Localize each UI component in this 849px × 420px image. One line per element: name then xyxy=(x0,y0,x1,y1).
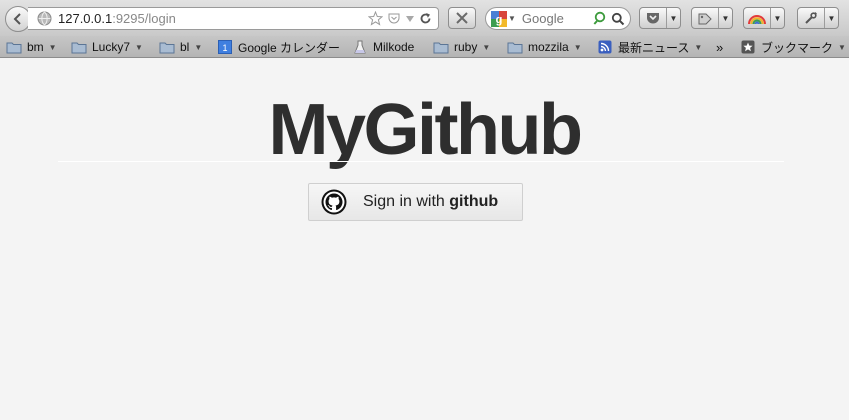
bookmarks-menu[interactable]: ブックマーク ▼ xyxy=(740,38,846,56)
chevron-down-icon: ▼ xyxy=(573,42,582,52)
wrench-icon xyxy=(798,8,824,28)
rss-icon xyxy=(597,40,613,54)
chevron-down-icon: ▼ xyxy=(48,42,57,52)
dropdown-arrow-icon[interactable] xyxy=(405,14,415,24)
google-icon[interactable]: g xyxy=(491,10,507,27)
navigation-toolbar: 127.0.0.1:9295/login g ▼ Google ▼ ▼ ▼ ▼ xyxy=(0,0,849,36)
rainbow-toolbar-button[interactable]: ▼ xyxy=(743,7,785,29)
magnifier-green-icon[interactable] xyxy=(593,11,608,26)
tools-toolbar-button[interactable]: ▼ xyxy=(797,7,839,29)
tag-icon xyxy=(692,8,718,28)
rainbow-icon xyxy=(744,8,770,28)
chevron-down-icon: ▼ xyxy=(482,42,491,52)
bookmark-lucky7[interactable]: Lucky7 ▼ xyxy=(71,38,143,56)
search-input[interactable]: Google xyxy=(522,11,564,26)
chevron-down-icon: ▼ xyxy=(838,42,846,52)
bookmark-ruby[interactable]: ruby ▼ xyxy=(433,38,490,56)
chevron-down-icon[interactable]: ▼ xyxy=(718,8,732,28)
back-arrow-icon xyxy=(13,13,21,25)
flask-icon xyxy=(352,40,368,54)
folder-icon xyxy=(159,40,175,54)
bookmarks-toolbar: bm ▼ Lucky7 ▼ bl ▼ 1 Google カレンダー Milkode r… xyxy=(0,36,849,58)
folder-icon xyxy=(71,40,87,54)
chevron-down-icon[interactable]: ▼ xyxy=(824,8,838,28)
tag-toolbar-button[interactable]: ▼ xyxy=(691,7,733,29)
chevron-down-icon[interactable]: ▼ xyxy=(770,8,784,28)
reload-icon[interactable] xyxy=(419,12,432,25)
svg-text:1: 1 xyxy=(222,43,227,53)
bookmark-bl[interactable]: bl ▼ xyxy=(159,38,202,56)
pocket-toolbar-button[interactable]: ▼ xyxy=(639,7,681,29)
bookmark-star-icon xyxy=(740,40,756,54)
pocket-button-icon xyxy=(640,8,666,28)
bookmark-latest-news[interactable]: 最新ニュース ▼ xyxy=(597,38,702,56)
svg-text:g: g xyxy=(496,14,503,26)
engine-dropdown-icon[interactable]: ▼ xyxy=(508,14,516,23)
search-bar[interactable]: g ▼ Google xyxy=(485,7,631,30)
bookmark-bm[interactable]: bm ▼ xyxy=(6,38,57,56)
pocket-icon[interactable] xyxy=(387,12,401,26)
bookmark-milkode[interactable]: Milkode xyxy=(352,38,414,56)
chevron-down-icon: ▼ xyxy=(694,42,703,52)
close-icon xyxy=(456,12,468,24)
stop-button[interactable] xyxy=(448,7,476,29)
search-icon[interactable] xyxy=(611,12,625,26)
url-bar[interactable]: 127.0.0.1:9295/login xyxy=(28,7,439,30)
globe-icon xyxy=(37,11,52,26)
sign-in-label: Sign in with github xyxy=(363,193,499,210)
calendar-icon: 1 xyxy=(217,40,233,54)
chevron-down-icon: ▼ xyxy=(194,42,203,52)
folder-icon xyxy=(6,40,22,54)
star-bookmark-icon[interactable] xyxy=(368,11,383,26)
sign-in-github-button[interactable]: Sign in with github xyxy=(308,183,523,221)
page-title: MyGithub xyxy=(268,90,583,170)
github-octocat-icon xyxy=(321,189,347,215)
folder-icon xyxy=(433,40,449,54)
title-divider xyxy=(58,161,784,162)
bookmark-google-calendar[interactable]: 1 Google カレンダー xyxy=(217,38,340,56)
folder-icon xyxy=(507,40,523,54)
url-text[interactable]: 127.0.0.1:9295/login xyxy=(58,11,176,26)
overflow-chevron-icon[interactable]: » xyxy=(716,38,723,56)
chevron-down-icon[interactable]: ▼ xyxy=(666,8,680,28)
bookmark-mozzila[interactable]: mozzila ▼ xyxy=(507,38,582,56)
chevron-down-icon: ▼ xyxy=(135,42,143,52)
